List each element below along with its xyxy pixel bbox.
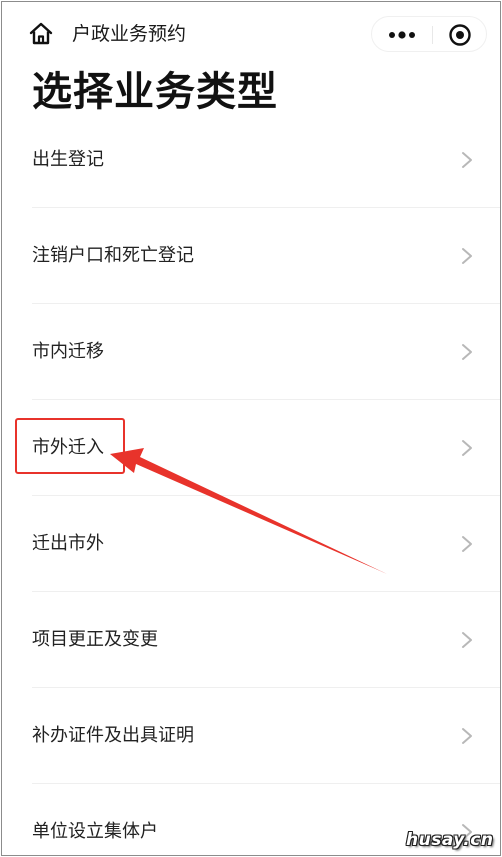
nav-title: 户政业务预约 — [72, 23, 187, 45]
chevron-right-icon — [462, 248, 472, 264]
list-item-label: 注销户口和死亡登记 — [32, 245, 194, 266]
list-item-birth-registration[interactable]: 出生登记 — [2, 112, 500, 208]
annotation-highlight-box — [15, 418, 125, 474]
list-item-label: 出生登记 — [32, 149, 104, 170]
chevron-right-icon — [462, 344, 472, 360]
list-item-label: 项目更正及变更 — [32, 629, 158, 650]
home-icon[interactable] — [28, 21, 54, 47]
list-item-intra-city-move[interactable]: 市内迁移 — [2, 304, 500, 400]
chevron-right-icon — [462, 152, 472, 168]
navigation-bar: 户政业务预约 — [2, 2, 500, 64]
list-item-label: 补办证件及出具证明 — [32, 725, 194, 746]
app-window: 户政业务预约 选择业务类型 出生登记 注销户口和死亡登记 市内迁移 市外迁入 迁… — [1, 1, 501, 856]
target-circle-icon[interactable] — [448, 23, 472, 47]
chevron-right-icon — [462, 536, 472, 552]
list-item-label: 市内迁移 — [32, 341, 104, 362]
list-item-deregistration-death[interactable]: 注销户口和死亡登记 — [2, 208, 500, 304]
business-type-list: 出生登记 注销户口和死亡登记 市内迁移 市外迁入 迁出市外 项目更正及变更 补办… — [2, 112, 500, 855]
chevron-right-icon — [462, 728, 472, 744]
list-item-label: 单位设立集体户 — [32, 821, 158, 842]
list-item-move-out-of-city[interactable]: 迁出市外 — [2, 496, 500, 592]
watermark: husay.cn — [406, 830, 494, 850]
chevron-right-icon — [462, 440, 472, 456]
list-item-correction-change[interactable]: 项目更正及变更 — [2, 592, 500, 688]
list-item-label: 迁出市外 — [32, 533, 104, 554]
capsule-divider — [432, 26, 433, 44]
more-dots-icon[interactable] — [386, 25, 418, 45]
mini-program-capsule — [371, 16, 487, 52]
list-item-reissue-certificate[interactable]: 补办证件及出具证明 — [2, 688, 500, 784]
chevron-right-icon — [462, 632, 472, 648]
